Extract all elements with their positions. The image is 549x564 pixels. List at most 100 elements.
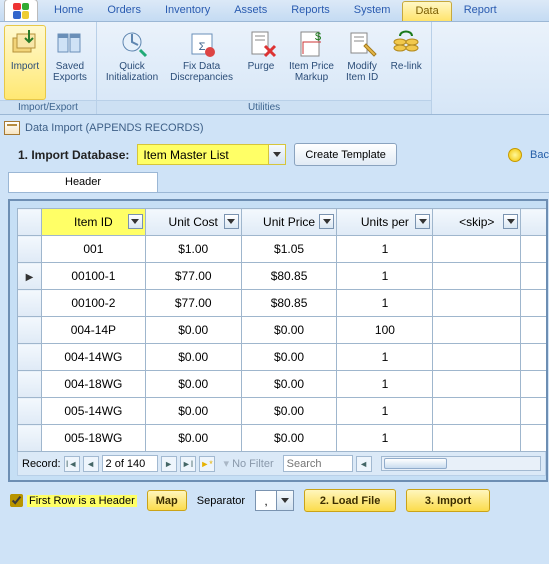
cell[interactable]: $77.00: [145, 263, 241, 290]
column-header[interactable]: Unit Cost: [145, 209, 241, 236]
separator-dropdown-icon[interactable]: [277, 490, 294, 511]
cell[interactable]: 1: [337, 344, 433, 371]
cell[interactable]: [433, 344, 521, 371]
tab-header[interactable]: Header: [8, 172, 158, 192]
map-button[interactable]: Map: [147, 490, 187, 511]
office-button[interactable]: [4, 0, 38, 21]
bulb-icon[interactable]: [508, 148, 522, 162]
cell[interactable]: $1.05: [241, 236, 337, 263]
nav-next-button[interactable]: ►: [161, 456, 177, 472]
cell[interactable]: 00100-2: [41, 290, 145, 317]
cell[interactable]: [433, 425, 521, 452]
nav-search-input[interactable]: [283, 455, 353, 472]
cell[interactable]: $0.00: [145, 344, 241, 371]
menu-tab-home[interactable]: Home: [42, 1, 95, 21]
cell[interactable]: $0.00: [241, 344, 337, 371]
cell[interactable]: 004-14P: [41, 317, 145, 344]
table-row[interactable]: 001$1.00$1.051: [18, 236, 549, 263]
h-scrollbar[interactable]: [381, 456, 541, 471]
cell[interactable]: [521, 398, 548, 425]
cell[interactable]: [433, 371, 521, 398]
nav-last-button[interactable]: ►I: [180, 456, 196, 472]
row-selector-header[interactable]: [18, 209, 42, 236]
cell[interactable]: [433, 317, 521, 344]
ribbon-relink-button[interactable]: Re-link: [385, 25, 427, 100]
cell[interactable]: 005-14WG: [41, 398, 145, 425]
create-template-button[interactable]: Create Template: [294, 143, 397, 166]
menu-tab-inventory[interactable]: Inventory: [153, 1, 222, 21]
row-selector[interactable]: [18, 371, 42, 398]
cell[interactable]: 1: [337, 425, 433, 452]
column-header[interactable]: <skip>: [433, 209, 521, 236]
cell[interactable]: [433, 398, 521, 425]
table-row[interactable]: ▶00100-1$77.00$80.851: [18, 263, 549, 290]
cell[interactable]: 1: [337, 236, 433, 263]
column-header[interactable]: Units per: [337, 209, 433, 236]
separator-combo[interactable]: [255, 490, 294, 511]
cell[interactable]: [521, 263, 548, 290]
cell[interactable]: 005-18WG: [41, 425, 145, 452]
column-header[interactable]: Item ID: [41, 209, 145, 236]
cell[interactable]: $0.00: [145, 398, 241, 425]
menu-tab-system[interactable]: System: [342, 1, 403, 21]
cell[interactable]: 1: [337, 371, 433, 398]
cell[interactable]: [521, 425, 548, 452]
ribbon-fix-discrep-button[interactable]: ΣFix DataDiscrepancies: [165, 25, 238, 100]
cell[interactable]: 1: [337, 263, 433, 290]
cell[interactable]: $1.00: [145, 236, 241, 263]
cell[interactable]: 1: [337, 398, 433, 425]
cell[interactable]: $80.85: [241, 263, 337, 290]
cell[interactable]: $0.00: [241, 398, 337, 425]
cell[interactable]: 100: [337, 317, 433, 344]
menu-tab-assets[interactable]: Assets: [222, 1, 279, 21]
column-dropdown-icon[interactable]: [128, 214, 143, 229]
nav-new-button[interactable]: ►*: [199, 456, 215, 472]
row-selector[interactable]: [18, 317, 42, 344]
column-dropdown-icon[interactable]: [319, 214, 334, 229]
column-header[interactable]: <skip>: [521, 209, 548, 236]
cell[interactable]: $0.00: [241, 425, 337, 452]
cell[interactable]: $0.00: [145, 425, 241, 452]
import-db-combo[interactable]: [137, 144, 286, 165]
load-file-button[interactable]: 2. Load File: [304, 489, 396, 512]
ribbon-modify-item-id-button[interactable]: ModifyItem ID: [341, 25, 383, 100]
cell[interactable]: [521, 317, 548, 344]
menu-tab-report[interactable]: Report: [452, 1, 509, 21]
ribbon-quick-init-button[interactable]: QuickInitialization: [101, 25, 163, 100]
separator-input[interactable]: [255, 490, 277, 511]
back-link[interactable]: Bac: [530, 149, 549, 161]
cell[interactable]: [521, 344, 548, 371]
menu-tab-reports[interactable]: Reports: [279, 1, 342, 21]
cell[interactable]: [433, 290, 521, 317]
import-button[interactable]: 3. Import: [406, 489, 490, 512]
cell[interactable]: $0.00: [145, 371, 241, 398]
import-db-input[interactable]: [137, 144, 269, 165]
scroll-left-button[interactable]: ◄: [356, 456, 372, 472]
ribbon-purge-button[interactable]: Purge: [240, 25, 282, 100]
cell[interactable]: 00100-1: [41, 263, 145, 290]
cell[interactable]: 1: [337, 290, 433, 317]
row-selector[interactable]: [18, 398, 42, 425]
nav-first-button[interactable]: I◄: [64, 456, 80, 472]
ribbon-saved-exports-button[interactable]: SavedExports: [48, 25, 92, 100]
row-selector[interactable]: [18, 425, 42, 452]
table-row[interactable]: 004-14P$0.00$0.00100: [18, 317, 549, 344]
ribbon-item-price-markup-button[interactable]: $Item PriceMarkup: [284, 25, 339, 100]
menu-tab-orders[interactable]: Orders: [95, 1, 153, 21]
table-row[interactable]: 005-14WG$0.00$0.001: [18, 398, 549, 425]
cell[interactable]: $0.00: [241, 371, 337, 398]
row-selector[interactable]: [18, 290, 42, 317]
column-dropdown-icon[interactable]: [503, 214, 518, 229]
nav-prev-button[interactable]: ◄: [83, 456, 99, 472]
menu-tab-data[interactable]: Data: [402, 1, 451, 21]
row-selector[interactable]: [18, 236, 42, 263]
cell[interactable]: 001: [41, 236, 145, 263]
import-db-dropdown-icon[interactable]: [269, 144, 286, 165]
cell[interactable]: [433, 263, 521, 290]
cell[interactable]: [521, 371, 548, 398]
cell[interactable]: $0.00: [145, 317, 241, 344]
cell[interactable]: [433, 236, 521, 263]
row-selector[interactable]: ▶: [18, 263, 42, 290]
first-row-header-checkbox[interactable]: First Row is a Header: [10, 494, 137, 507]
column-dropdown-icon[interactable]: [415, 214, 430, 229]
